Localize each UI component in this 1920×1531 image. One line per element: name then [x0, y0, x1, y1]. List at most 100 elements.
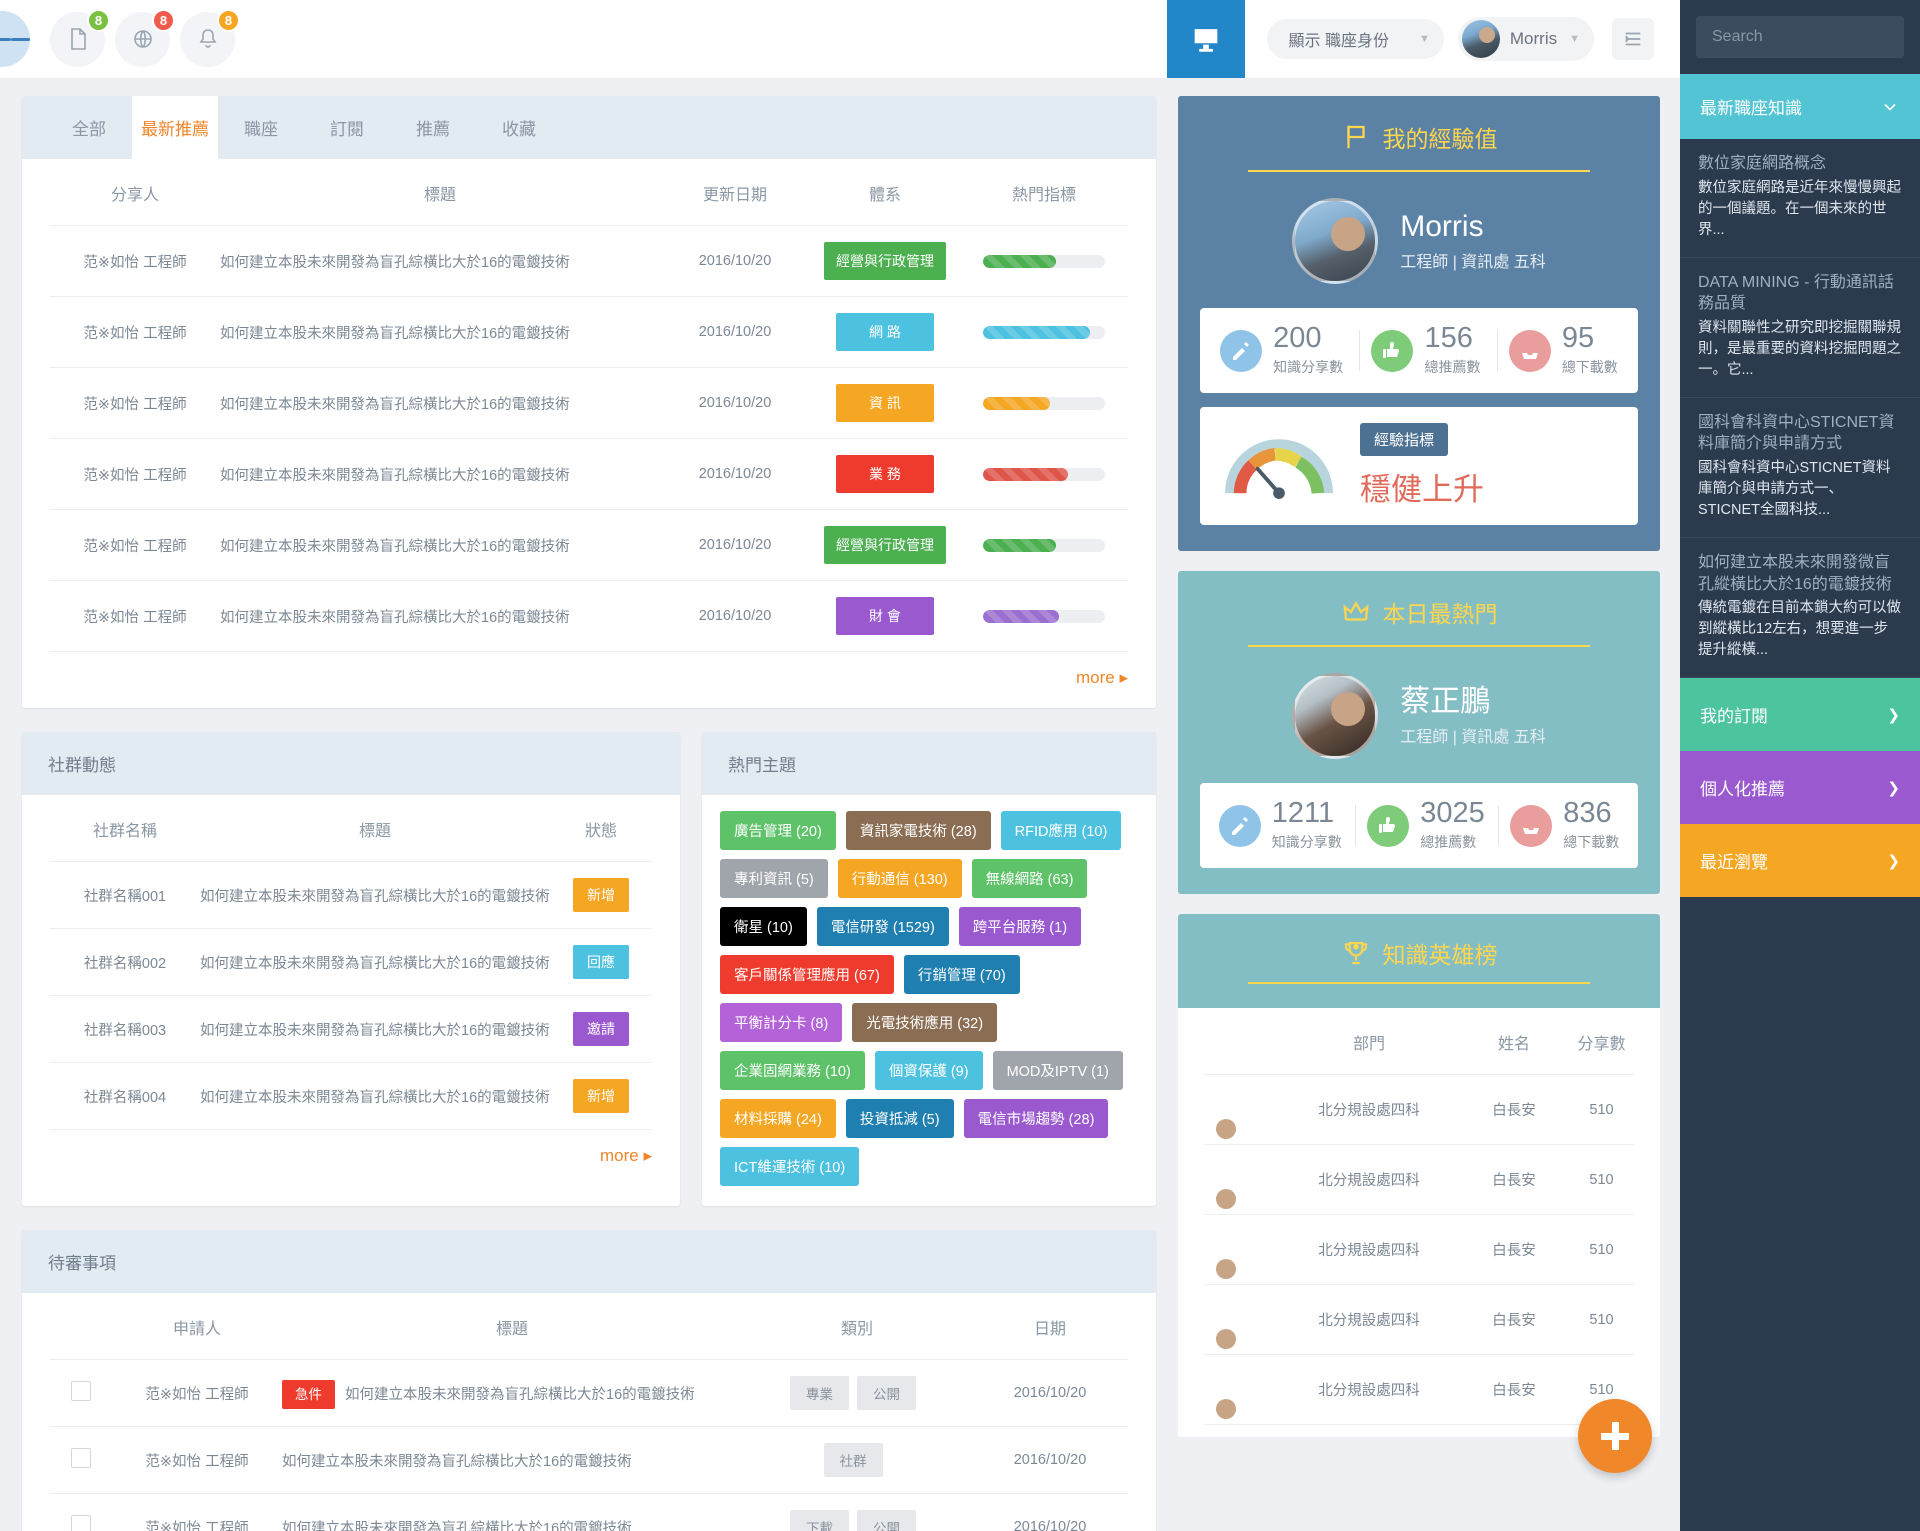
- table-row[interactable]: 北分規設處四科 白長安 510: [1204, 1354, 1634, 1425]
- topic-tag-1[interactable]: 資訊家電技術 (28): [845, 811, 991, 850]
- table-row[interactable]: 社群名稱004 如何建立本股未來開發為盲孔綜橫比大於16的電鍍技術 新增: [50, 1062, 652, 1130]
- table-row[interactable]: 社群名稱002 如何建立本股未來開發為盲孔綜橫比大於16的電鍍技術 回應: [50, 928, 652, 996]
- rail-article-list: 數位家庭網路概念 數位家庭網路是近年來慢慢興起的一個議題。在一個未來的世界...…: [1680, 139, 1920, 679]
- table-row[interactable]: 北分規設處四科 白長安 510: [1204, 1144, 1634, 1215]
- topic-tag-17[interactable]: 投資抵減 (5): [845, 1099, 954, 1138]
- topic-tag-19[interactable]: ICT維運技術 (10): [720, 1147, 860, 1186]
- topic-tag-12[interactable]: 光電技術應用 (32): [852, 1003, 998, 1042]
- topic-tag-8[interactable]: 跨平台服務 (1): [958, 907, 1082, 946]
- add-button[interactable]: [1578, 1399, 1652, 1473]
- hottest-title: 本日最熱門: [1382, 601, 1498, 627]
- col-dept: 部門: [1352, 1036, 1385, 1053]
- tab-1[interactable]: 最新推薦: [132, 96, 218, 159]
- search-box[interactable]: [1696, 16, 1904, 58]
- rail-nav-label: 個人化推薦: [1700, 780, 1785, 800]
- cell-title: 如何建立本股未來開發為盲孔綜橫比大於16的電鍍技術: [220, 367, 660, 439]
- rail-article-0[interactable]: 數位家庭網路概念 數位家庭網路是近年來慢慢興起的一個議題。在一個未來的世界...: [1680, 139, 1920, 258]
- table-row[interactable]: 北分規設處四科 白長安 510: [1204, 1074, 1634, 1145]
- rail-article-1[interactable]: DATA MINING - 行動通訊話務品質 資料關聯性之研究即挖掘關聯規則，是…: [1680, 258, 1920, 398]
- experience-badge: 經驗指標: [1360, 423, 1449, 456]
- topic-tag-13[interactable]: 企業固網業務 (10): [720, 1051, 865, 1090]
- tab-5[interactable]: 收藏: [476, 96, 562, 159]
- search-input[interactable]: [1712, 28, 1888, 46]
- topic-tag-2[interactable]: RFID應用 (10): [1000, 811, 1122, 850]
- table-row[interactable]: 范※如怡 工程師 如何建立本股未來開發為盲孔綜橫比大於16的電鍍技術 2016/…: [50, 580, 1128, 652]
- document-icon[interactable]: 8: [50, 8, 110, 67]
- cell-checkbox[interactable]: [50, 1359, 112, 1427]
- table-row[interactable]: 范※如怡 工程師 急件 如何建立本股未來開發為盲孔綜橫比大於16的電鍍技術 專業公…: [50, 1359, 1128, 1427]
- cell-name: 白長安: [1459, 1284, 1569, 1355]
- topic-tag-0[interactable]: 廣告管理 (20): [720, 811, 836, 850]
- topic-tag-18[interactable]: 電信市場趨勢 (28): [963, 1099, 1109, 1138]
- cell-dept: 北分規設處四科: [1279, 1354, 1459, 1425]
- rail-nav-最近瀏覽[interactable]: 最近瀏覽 ❯: [1680, 824, 1920, 898]
- monitor-icon[interactable]: [1166, 0, 1245, 78]
- topic-tag-3[interactable]: 專利資訊 (5): [720, 859, 828, 898]
- globe-icon[interactable]: 8: [115, 8, 175, 67]
- cell-title: 如何建立本股未來開發為盲孔綜橫比大於16的電鍍技術: [220, 580, 660, 652]
- topic-tag-7[interactable]: 電信研發 (1529): [816, 907, 949, 946]
- cell-status: 新增: [550, 1062, 652, 1130]
- topic-tag-11[interactable]: 平衡計分卡 (8): [720, 1003, 843, 1042]
- tab-2[interactable]: 職座: [218, 96, 304, 159]
- table-row[interactable]: 范※如怡 工程師 如何建立本股未來開發為盲孔綜橫比大於16的電鍍技術 社群 20…: [50, 1426, 1128, 1494]
- avatar: [1292, 198, 1379, 284]
- row-checkbox[interactable]: [71, 1448, 91, 1468]
- table-row[interactable]: 范※如怡 工程師 如何建立本股未來開發為盲孔綜橫比大於16的電鍍技術 下載 公開 …: [50, 1493, 1128, 1531]
- user-menu[interactable]: Morris ▼: [1457, 17, 1594, 61]
- tab-4[interactable]: 推薦: [390, 96, 476, 159]
- rail-nav-我的訂閱[interactable]: 我的訂閱 ❯: [1680, 678, 1920, 752]
- table-row[interactable]: 北分規設處四科 白長安 510: [1204, 1214, 1634, 1285]
- topic-tag-6[interactable]: 衛星 (10): [720, 907, 807, 946]
- role-select[interactable]: 顯示 職座身份 ▼: [1266, 19, 1444, 59]
- bell-icon[interactable]: 8: [180, 8, 240, 67]
- trophy-icon: [1344, 941, 1367, 965]
- content-area: 全部最新推薦職座訂閱推薦收藏 分享人 標題 更新日期 體系 熱門指標: [0, 78, 1680, 1531]
- bell-badge: 8: [217, 8, 240, 32]
- tab-0[interactable]: 全部: [46, 96, 132, 159]
- row-checkbox[interactable]: [71, 1515, 91, 1531]
- cell-system: 網 路: [810, 296, 960, 368]
- rail-nav-個人化推薦[interactable]: 個人化推薦 ❯: [1680, 751, 1920, 825]
- topic-tag-5[interactable]: 無線網路 (63): [971, 859, 1088, 898]
- topic-tag-16[interactable]: 材料採購 (24): [720, 1099, 836, 1138]
- cell-status: 回應: [550, 928, 652, 996]
- hottest-name: 蔡正鵬: [1400, 684, 1491, 718]
- topic-tag-10[interactable]: 行銷管理 (70): [903, 955, 1020, 994]
- table-row[interactable]: 范※如怡 工程師 如何建立本股未來開發為盲孔綜橫比大於16的電鍍技術 2016/…: [50, 367, 1128, 439]
- rail-article-2[interactable]: 國科會科資中心STICNET資料庫簡介與申請方式 國科會科資中心STICNET資…: [1680, 398, 1920, 539]
- menu-toggle-icon[interactable]: [0, 11, 31, 67]
- experience-panel: 我的經驗值 Morris 工程師 | 資訊處 五科 200 知識分享數 156 …: [1178, 96, 1660, 551]
- stat-label: 總推薦數: [1424, 359, 1481, 375]
- tab-3[interactable]: 訂閱: [304, 96, 390, 159]
- table-row[interactable]: 范※如怡 工程師 如何建立本股未來開發為盲孔綜橫比大於16的電鍍技術 2016/…: [50, 438, 1128, 510]
- stat-value: 200: [1273, 322, 1322, 354]
- stat-總下載數: 836 總下載數: [1498, 799, 1625, 852]
- col-shares: 分享數: [1577, 1036, 1626, 1053]
- table-row[interactable]: 社群名稱003 如何建立本股未來開發為盲孔綜橫比大於16的電鍍技術 邀請: [50, 995, 652, 1063]
- cell-checkbox[interactable]: [50, 1426, 112, 1494]
- top-bar-right: 顯示 職座身份 ▼ Morris ▼: [1166, 0, 1680, 78]
- table-row[interactable]: 范※如怡 工程師 如何建立本股未來開發為盲孔綜橫比大於16的電鍍技術 2016/…: [50, 509, 1128, 581]
- stat-label: 知識分享數: [1271, 834, 1342, 850]
- cell-checkbox[interactable]: [50, 1493, 112, 1531]
- share-more-link[interactable]: more: [22, 652, 1156, 708]
- rail-nav-list: 我的訂閱 ❯ 個人化推薦 ❯ 最近瀏覽 ❯: [1680, 678, 1920, 898]
- cell-title: 如何建立本股未來開發為盲孔綜橫比大於16的電鍍技術: [220, 509, 660, 581]
- heroes-title-row: 知識英雄榜: [1200, 936, 1638, 982]
- topic-tag-4[interactable]: 行動通信 (130): [837, 859, 962, 898]
- table-row[interactable]: 范※如怡 工程師 如何建立本股未來開發為盲孔綜橫比大於16的電鍍技術 2016/…: [50, 225, 1128, 297]
- topic-tag-9[interactable]: 客戶關係管理應用 (67): [720, 955, 894, 994]
- cell-date: 2016/10/20: [660, 509, 810, 581]
- panel-toggle-icon[interactable]: [1612, 18, 1654, 60]
- topic-tag-14[interactable]: 個資保護 (9): [874, 1051, 983, 1090]
- table-row[interactable]: 范※如怡 工程師 如何建立本股未來開發為盲孔綜橫比大於16的電鍍技術 2016/…: [50, 296, 1128, 368]
- community-more-link[interactable]: more: [22, 1130, 680, 1186]
- table-row[interactable]: 社群名稱001 如何建立本股未來開發為盲孔綜橫比大於16的電鍍技術 新增: [50, 861, 652, 929]
- row-checkbox[interactable]: [71, 1381, 91, 1401]
- topic-tag-15[interactable]: MOD及IPTV (1): [992, 1051, 1123, 1090]
- rail-section-header[interactable]: 最新職座知識: [1680, 74, 1920, 139]
- cell-system: 經營與行政管理: [810, 509, 960, 581]
- table-row[interactable]: 北分規設處四科 白長安 510: [1204, 1284, 1634, 1355]
- rail-article-3[interactable]: 如何建立本股未來開發微盲孔縱橫比大於16的電鍍技術 傳統電鍍在目前本鎖大約可以做…: [1680, 538, 1920, 679]
